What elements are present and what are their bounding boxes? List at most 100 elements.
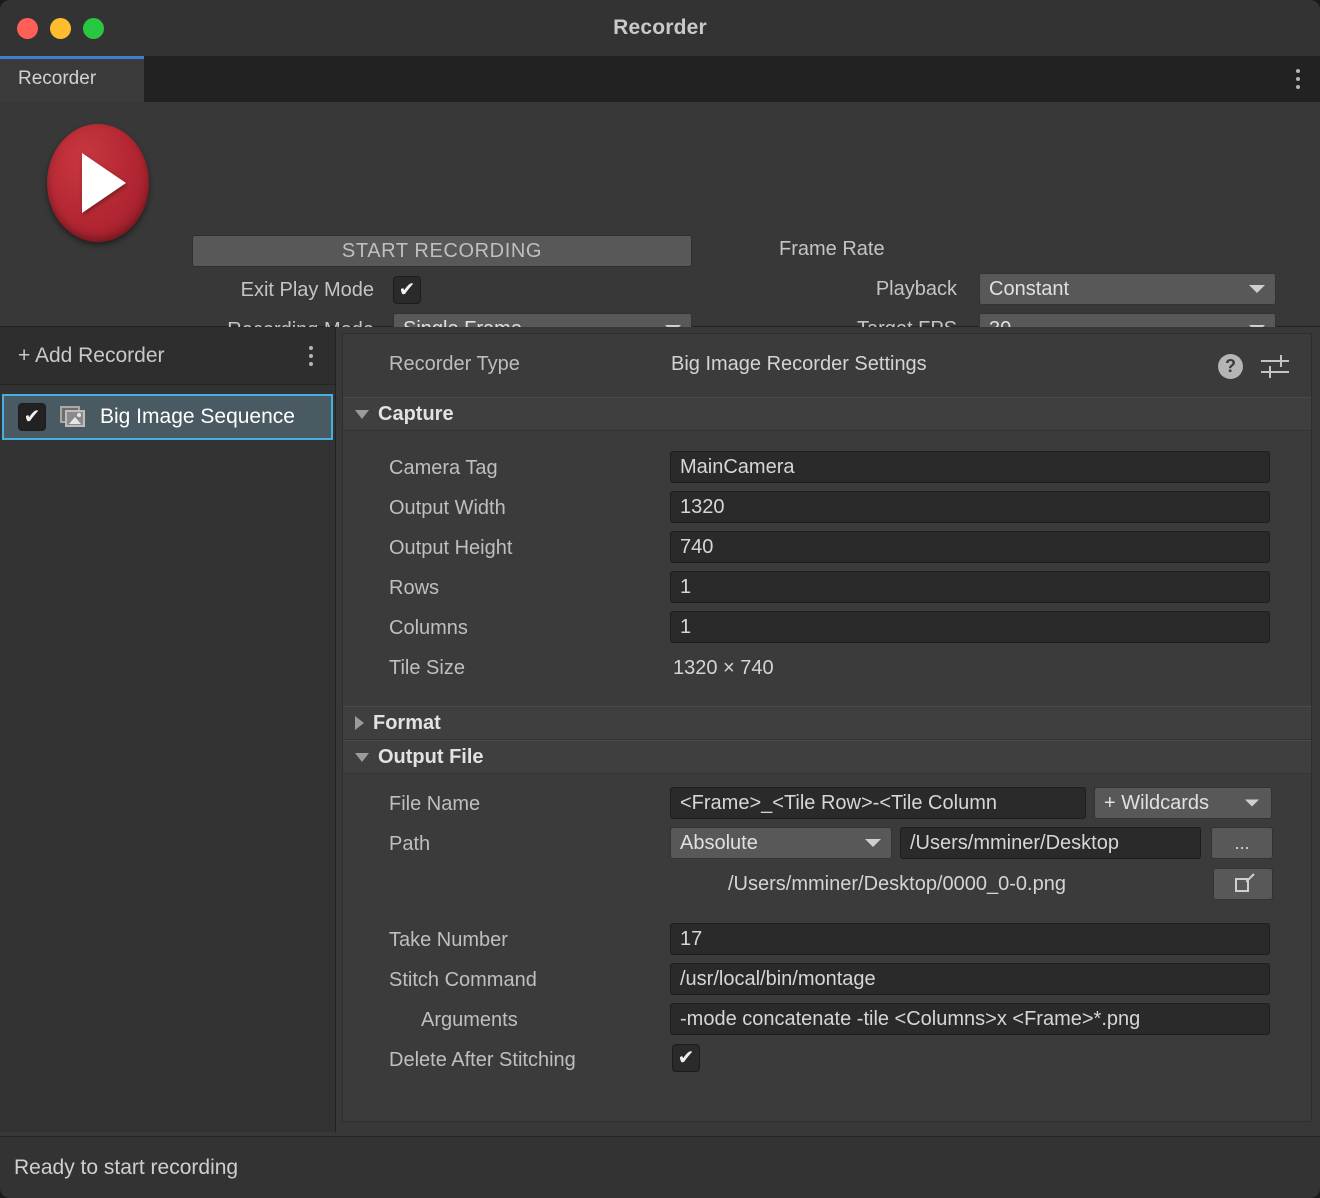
add-recorder-label: + Add Recorder — [18, 343, 165, 367]
recorder-type-row: Recorder Type Big Image Recorder Setting… — [343, 334, 1311, 394]
path-label: Path — [389, 832, 431, 855]
kebab-dot — [1296, 69, 1300, 73]
output-width-input[interactable]: 1320 — [670, 491, 1270, 523]
checkmark-icon: ✔ — [398, 279, 416, 301]
browse-path-button[interactable]: ... — [1211, 827, 1273, 859]
tile-size-label: Tile Size — [389, 656, 465, 679]
resolved-path-value: /Users/mminer/Desktop/0000_0-0.png — [728, 872, 1066, 895]
file-name-label-wrap: File Name — [389, 788, 480, 820]
output-height-input[interactable]: 740 — [670, 531, 1270, 563]
kebab-dot — [1296, 85, 1300, 89]
start-recording-button[interactable]: START RECORDING — [192, 235, 692, 267]
arguments-label-wrap: Arguments — [421, 1004, 518, 1036]
recorder-list-sidebar: + Add Recorder ✔ Big Image Sequence — [0, 327, 336, 1132]
rows-label: Rows — [389, 576, 440, 599]
path-value: /Users/mminer/Desktop — [910, 831, 1119, 854]
record-button[interactable] — [47, 124, 149, 242]
help-icon[interactable]: ? — [1218, 354, 1243, 379]
file-name-label: File Name — [389, 792, 481, 815]
stitch-command-label: Stitch Command — [389, 968, 537, 991]
arguments-input[interactable]: -mode concatenate -tile <Columns>x <Fram… — [670, 1003, 1270, 1035]
play-icon — [82, 153, 126, 213]
output-height-label-wrap: Output Height — [389, 532, 512, 564]
rows-label-wrap: Rows — [389, 572, 439, 604]
section-format-title: Format — [373, 711, 441, 734]
section-header-output-file[interactable]: Output File — [343, 740, 1311, 774]
status-message: Ready to start recording — [14, 1155, 239, 1179]
columns-label-wrap: Columns — [389, 612, 468, 644]
rows-value: 1 — [680, 575, 692, 598]
title-bar: Recorder — [0, 0, 1320, 56]
take-number-input[interactable]: 17 — [670, 923, 1270, 955]
kebab-dot — [309, 345, 313, 350]
recorder-type-label: Recorder Type — [389, 352, 520, 375]
stitch-command-input[interactable]: /usr/local/bin/montage — [670, 963, 1270, 995]
exit-play-mode-label: Exit Play Mode — [240, 278, 374, 301]
recorder-settings-panel: Recorder Type Big Image Recorder Setting… — [342, 333, 1312, 1122]
preset-settings-icon[interactable] — [1261, 354, 1289, 379]
kebab-dot — [1296, 77, 1300, 81]
chevron-down-icon — [865, 839, 881, 847]
exit-play-mode-label-wrap: Exit Play Mode — [192, 275, 374, 305]
playback-label-wrap: Playback — [779, 274, 957, 304]
camera-tag-input[interactable]: MainCamera — [670, 451, 1270, 483]
delete-after-stitching-label: Delete After Stitching — [389, 1048, 576, 1071]
body-split: + Add Recorder ✔ Big Image Sequence Reco… — [0, 327, 1320, 1132]
columns-label: Columns — [389, 616, 468, 639]
window-options-kebab-icon[interactable] — [1296, 69, 1300, 89]
open-in-finder-button[interactable] — [1213, 868, 1273, 900]
kebab-dot — [309, 353, 313, 358]
take-number-label: Take Number — [389, 928, 508, 951]
output-width-value: 1320 — [680, 495, 725, 518]
arguments-value: -mode concatenate -tile <Columns>x <Fram… — [680, 1007, 1141, 1030]
columns-value: 1 — [680, 615, 692, 638]
add-recorder-button[interactable]: + Add Recorder — [0, 327, 335, 385]
path-label-wrap: Path — [389, 828, 430, 860]
exit-play-mode-checkbox[interactable]: ✔ — [393, 276, 421, 304]
section-capture-title: Capture — [378, 402, 454, 425]
columns-input[interactable]: 1 — [670, 611, 1270, 643]
tile-size-label-wrap: Tile Size — [389, 652, 465, 684]
recorder-list-kebab-icon[interactable] — [309, 345, 313, 366]
frame-rate-title-wrap: Frame Rate — [779, 234, 885, 264]
path-mode-dropdown[interactable]: Absolute — [670, 827, 892, 859]
recording-controls-panel: START RECORDING Exit Play Mode ✔ Recordi… — [0, 102, 1320, 385]
output-width-label-wrap: Output Width — [389, 492, 506, 524]
output-height-label: Output Height — [389, 536, 513, 559]
recorder-window: Recorder Recorder START RECORDING Exit P… — [0, 0, 1320, 1198]
delete-after-stitching-checkbox[interactable]: ✔ — [672, 1044, 700, 1072]
status-bar: Ready to start recording — [0, 1136, 1320, 1198]
arguments-label: Arguments — [421, 1008, 518, 1031]
section-output-file-title: Output File — [378, 745, 484, 768]
chevron-down-icon — [1245, 799, 1259, 807]
recorder-list-item-big-image-sequence[interactable]: ✔ Big Image Sequence — [2, 394, 333, 440]
recorder-item-label: Big Image Sequence — [100, 405, 295, 428]
path-input[interactable]: /Users/mminer/Desktop — [900, 827, 1201, 859]
tab-recorder[interactable]: Recorder — [0, 56, 144, 102]
rows-input[interactable]: 1 — [670, 571, 1270, 603]
tab-recorder-label: Recorder — [18, 68, 97, 89]
frame-rate-title: Frame Rate — [779, 237, 885, 260]
wildcards-label: + Wildcards — [1104, 791, 1210, 814]
camera-tag-label-wrap: Camera Tag — [389, 452, 498, 484]
delete-after-stitching-label-wrap: Delete After Stitching — [389, 1044, 576, 1076]
stitch-command-value: /usr/local/bin/montage — [680, 967, 876, 990]
external-link-icon — [1233, 873, 1255, 894]
recorder-enabled-checkbox[interactable]: ✔ — [18, 403, 46, 431]
recorder-type-value: Big Image Recorder Settings — [671, 352, 927, 375]
take-number-label-wrap: Take Number — [389, 924, 508, 956]
file-name-input[interactable]: <Frame>_<Tile Row>-<Tile Column — [670, 787, 1086, 819]
start-recording-label: START RECORDING — [341, 239, 543, 262]
window-title: Recorder — [613, 16, 707, 39]
playback-label: Playback — [875, 277, 957, 300]
checkmark-icon: ✔ — [677, 1047, 695, 1069]
tile-size-value-wrap: 1320 × 740 — [673, 652, 774, 684]
playback-dropdown[interactable]: Constant — [979, 273, 1276, 305]
chevron-down-icon — [355, 409, 369, 419]
wildcards-dropdown-button[interactable]: + Wildcards — [1094, 787, 1272, 819]
resolved-path-wrap: /Users/mminer/Desktop/0000_0-0.png — [728, 868, 1066, 900]
section-header-capture[interactable]: Capture — [343, 397, 1311, 431]
chevron-right-icon — [355, 716, 364, 730]
output-width-label: Output Width — [389, 496, 506, 519]
section-header-format[interactable]: Format — [343, 706, 1311, 740]
